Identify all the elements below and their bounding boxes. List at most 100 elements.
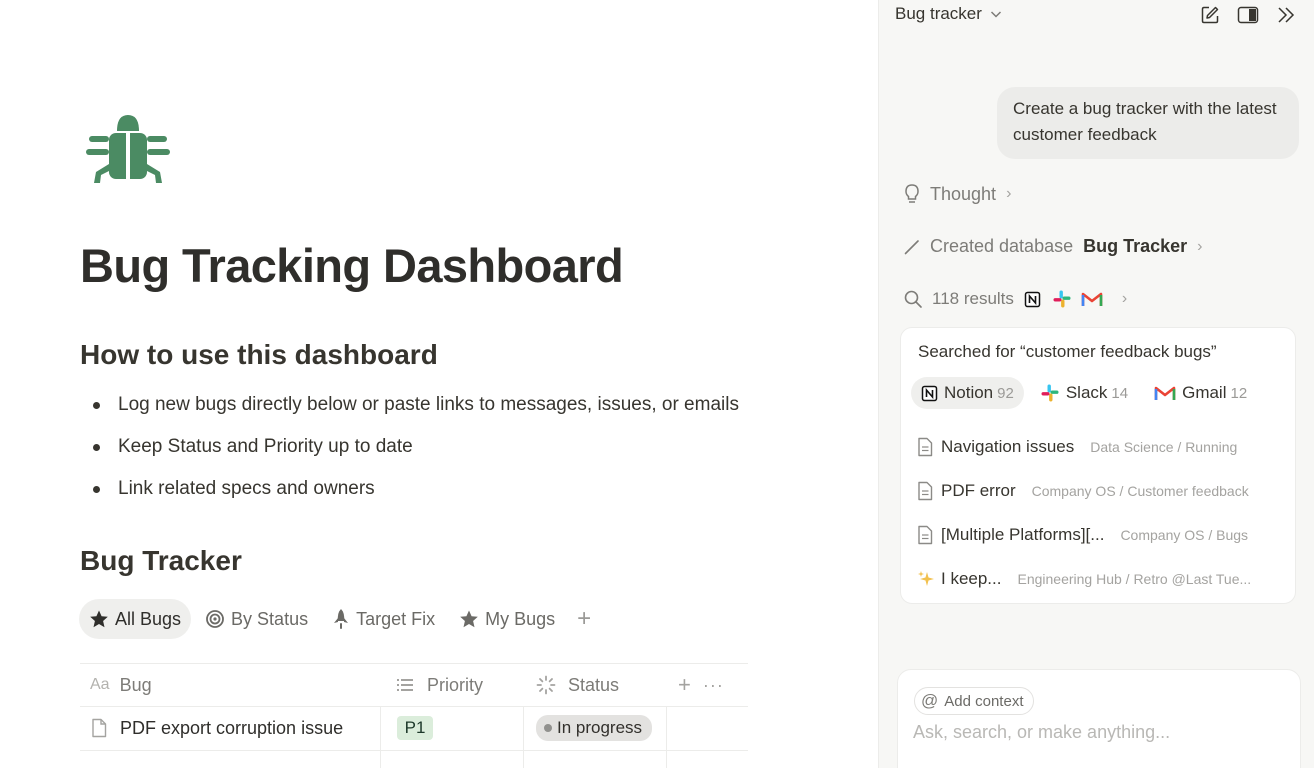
column-label: Bug: [119, 674, 152, 695]
status-icon: [536, 675, 556, 695]
chevron-right-icon: ›: [1197, 237, 1203, 255]
search-result-item[interactable]: I keep... Engineering Hub / Retro @Last …: [917, 564, 1283, 594]
pencil-icon: [904, 239, 919, 254]
cell-priority[interactable]: P1: [381, 706, 524, 750]
list-item[interactable]: Keep Status and Priority up to date: [90, 432, 739, 474]
column-label: Status: [568, 674, 620, 695]
source-name: Slack: [1065, 383, 1108, 402]
bug-icon[interactable]: [84, 112, 172, 186]
lightbulb-icon: [905, 184, 919, 203]
chevron-right-icon: ›: [1006, 185, 1012, 202]
search-results-card: Searched for “customer feedback bugs” No…: [900, 327, 1296, 604]
bug-title: PDF export corruption issue: [120, 717, 344, 738]
result-title: PDF error: [941, 481, 1016, 500]
cell-status[interactable]: In progress: [524, 706, 668, 750]
database-title[interactable]: Bug Tracker: [80, 545, 242, 577]
source-filter-notion[interactable]: Notion 92: [911, 377, 1024, 409]
view-tab-all-bugs[interactable]: All Bugs: [79, 599, 192, 639]
result-title: I keep...: [941, 569, 1002, 588]
page-content: Bug Tracking Dashboard How to use this d…: [0, 0, 878, 768]
result-path: Company OS / Customer feedback: [1031, 483, 1249, 499]
chat-title-dropdown[interactable]: Bug tracker: [895, 4, 1004, 24]
status-dot: [544, 724, 552, 732]
page-icon: [918, 525, 933, 545]
search-icon: [904, 290, 922, 308]
cell-empty: [667, 706, 748, 750]
created-database-step[interactable]: Created database Bug Tracker ›: [903, 236, 1202, 257]
add-context-button[interactable]: @ Add context: [914, 687, 1035, 715]
search-results-step[interactable]: 118 results ›: [903, 289, 1127, 309]
notion-icon: [1024, 291, 1041, 307]
ai-sidebar: Bug tracker Create a bug tracker with th…: [878, 0, 1314, 768]
view-tab-label: My Bugs: [485, 608, 556, 629]
add-view-button[interactable]: +: [569, 605, 599, 633]
column-header-priority[interactable]: Priority: [381, 664, 524, 706]
star-icon: [460, 610, 478, 628]
chevron-down-icon: [990, 11, 1001, 18]
cell-status[interactable]: [524, 751, 668, 768]
view-tab-my-bugs[interactable]: My Bugs: [449, 599, 565, 639]
new-chat-icon[interactable]: [1191, 3, 1229, 27]
result-title: [Multiple Platforms][...: [941, 525, 1105, 544]
thought-step[interactable]: Thought ›: [903, 183, 1011, 205]
table-row[interactable]: [80, 751, 748, 768]
rocket-icon: [334, 609, 349, 629]
result-path: Data Science / Running: [1090, 439, 1238, 455]
created-label: Created database: [930, 236, 1074, 256]
column-header-bug[interactable]: Aa Bug: [80, 664, 381, 706]
section-heading-how-to[interactable]: How to use this dashboard: [80, 339, 438, 371]
list-item[interactable]: Link related specs and owners: [90, 474, 739, 516]
page-icon: [92, 718, 107, 738]
gmail-icon: [1154, 386, 1176, 400]
column-label: Priority: [427, 674, 484, 695]
sidebar-toolbar: [1191, 3, 1305, 27]
result-path: Engineering Hub / Retro @Last Tue...: [1017, 571, 1252, 587]
instructions-list: Log new bugs directly below or paste lin…: [90, 390, 739, 516]
add-property-button[interactable]: +: [678, 672, 691, 698]
source-name: Notion: [944, 383, 994, 402]
result-title: Navigation issues: [941, 437, 1075, 456]
status-label: In progress: [557, 718, 643, 737]
notion-icon: [921, 385, 938, 401]
target-icon: [206, 610, 224, 628]
source-filter-slack[interactable]: Slack 14: [1030, 377, 1138, 409]
results-count: 118 results: [932, 289, 1014, 308]
cell-bug[interactable]: [80, 751, 381, 768]
sparkle-icon: [918, 571, 934, 586]
add-context-label: Add context: [944, 692, 1024, 710]
table-row[interactable]: PDF export corruption issue P1 In progre…: [80, 706, 748, 751]
table-header: Aa Bug Priority Status + ···: [80, 663, 748, 707]
column-header-status[interactable]: Status: [524, 664, 667, 706]
search-result-item[interactable]: Navigation issues Data Science / Running: [917, 432, 1283, 462]
sidebar-layout-icon[interactable]: [1229, 3, 1267, 27]
chat-title: Bug tracker: [895, 4, 982, 23]
source-icons: [1024, 289, 1112, 309]
view-tabs: All Bugs By Status Target Fix My Bugs +: [79, 599, 599, 639]
view-tab-by-status[interactable]: By Status: [195, 599, 318, 639]
collapse-sidebar-icon[interactable]: [1267, 3, 1305, 27]
cell-empty: [667, 751, 748, 768]
text-property-icon: Aa: [90, 676, 110, 693]
search-result-item[interactable]: PDF error Company OS / Customer feedback: [917, 476, 1283, 506]
user-message: Create a bug tracker with the latest cus…: [997, 87, 1299, 159]
chat-input-box: @ Add context: [897, 669, 1301, 768]
search-result-item[interactable]: [Multiple Platforms][... Company OS / Bu…: [917, 520, 1283, 550]
source-count: 14: [1111, 384, 1129, 402]
page-title[interactable]: Bug Tracking Dashboard: [80, 238, 624, 293]
more-options-icon[interactable]: ···: [703, 675, 724, 696]
slack-icon: [1053, 290, 1071, 308]
source-filter-gmail[interactable]: Gmail 12: [1144, 377, 1257, 409]
result-path: Company OS / Bugs: [1120, 527, 1249, 543]
view-tab-target-fix[interactable]: Target Fix: [322, 599, 445, 639]
page-icon: [918, 481, 933, 501]
chat-input[interactable]: [913, 722, 1283, 743]
list-item[interactable]: Log new bugs directly below or paste lin…: [90, 390, 739, 432]
gmail-icon: [1081, 292, 1103, 306]
cell-priority[interactable]: [381, 751, 524, 768]
chevron-right-icon: ›: [1121, 290, 1128, 307]
cell-bug[interactable]: PDF export corruption issue: [80, 706, 381, 750]
priority-badge: P1: [396, 716, 434, 740]
created-database-name: Bug Tracker: [1083, 236, 1188, 256]
list-icon: [397, 679, 413, 691]
view-tab-label: All Bugs: [115, 608, 182, 629]
